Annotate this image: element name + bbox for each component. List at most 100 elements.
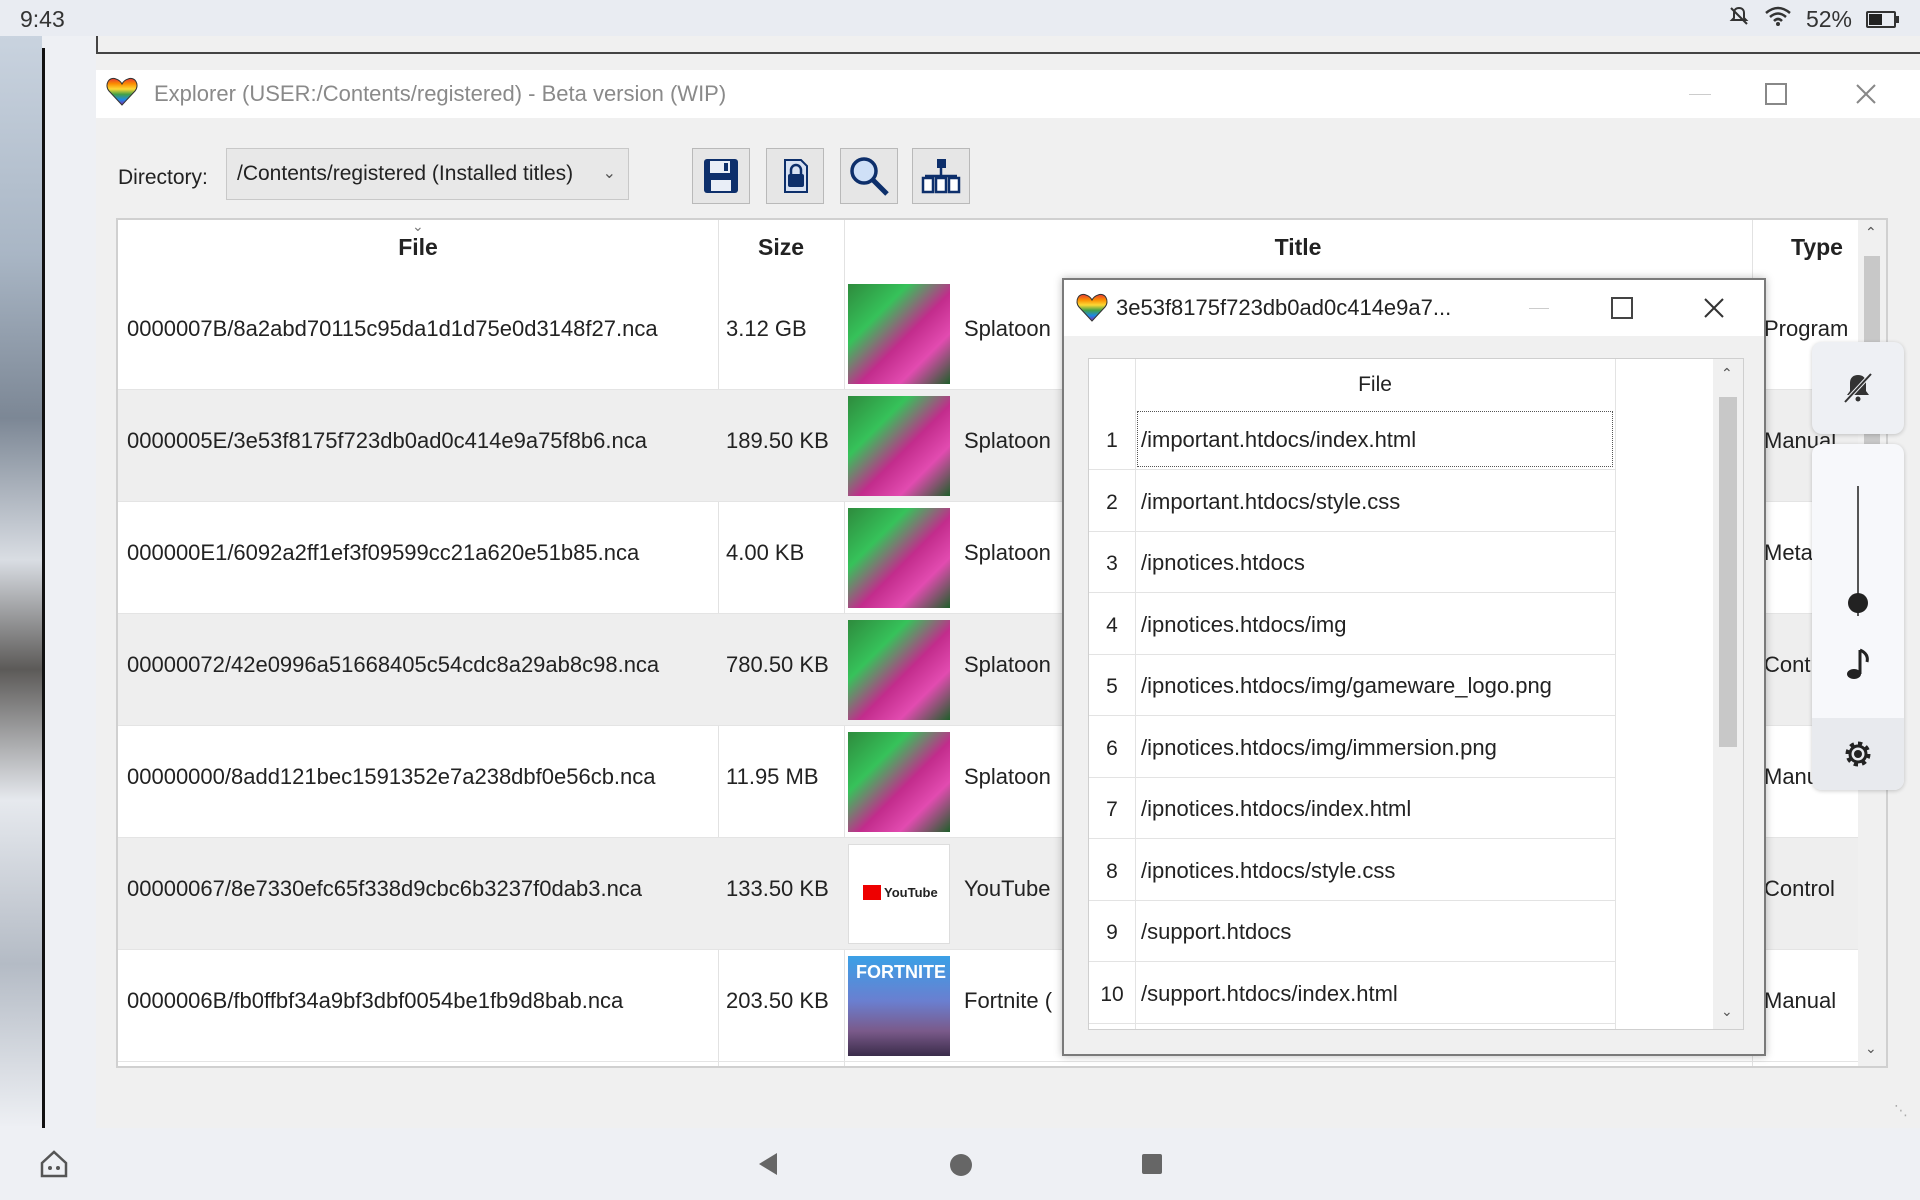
battery-icon [1866, 10, 1899, 28]
list-item[interactable]: 3/ipnotices.htdocs [1089, 532, 1615, 593]
resize-grip-icon[interactable]: ⋱ [1894, 1102, 1908, 1119]
directory-value: /Contents/registered (Installed titles) [237, 162, 574, 185]
row-number: 10 [1100, 982, 1124, 1006]
tree-icon [921, 159, 961, 194]
cell-file: 0000005E/3e53f8175f723db0ad0c414e9a75f8b… [127, 428, 647, 453]
cell-file: 000000E1/6092a2ff1ef3f09599cc21a620e51b8… [127, 540, 640, 565]
scroll-up-icon[interactable]: ⌃ [1721, 365, 1733, 382]
minimize-icon [1689, 93, 1711, 95]
close-icon [1704, 298, 1724, 318]
dialog-minimize-button[interactable] [1514, 280, 1564, 336]
list-item[interactable]: 9/support.htdocs [1089, 901, 1615, 962]
minimize-button[interactable] [1670, 70, 1730, 118]
tree-button[interactable] [912, 148, 970, 204]
file-path: /support.htdocs/index.html [1141, 980, 1398, 1006]
title-thumbnail: FORTNITE [848, 956, 950, 1056]
background-divider [42, 48, 45, 1128]
dialog-scrollbar[interactable]: ⌃ ⌄ [1713, 359, 1743, 1029]
scroll-up-icon[interactable]: ⌃ [1865, 224, 1877, 241]
row-number: 2 [1106, 490, 1118, 514]
file-list-dialog: 3e53f8175f723db0ad0c414e9a7... File 1/im… [1062, 278, 1766, 1056]
scrollbar-thumb[interactable] [1719, 397, 1737, 747]
cell-title: YouTube [964, 876, 1051, 901]
volume-slider-knob[interactable] [1848, 593, 1868, 613]
list-item[interactable]: 5/ipnotices.htdocs/img/gameware_logo.png [1089, 655, 1615, 716]
dialog-column-header-file[interactable]: File [1135, 359, 1615, 409]
sound-settings-button[interactable] [1812, 718, 1904, 790]
cell-title: Splatoon [964, 428, 1051, 453]
youtube-logo: YouTube [863, 885, 938, 900]
parent-window-edge [96, 36, 1920, 54]
list-item[interactable]: 10/support.htdocs/index.html [1089, 963, 1615, 1024]
maximize-icon [1611, 297, 1633, 319]
file-path: /ipnotices.htdocs [1141, 550, 1305, 575]
list-item[interactable]: 6/ipnotices.htdocs/img/immersion.png [1089, 717, 1615, 778]
close-icon [1856, 84, 1876, 104]
minimize-icon [1529, 307, 1549, 309]
rainbow-heart-icon [106, 77, 138, 106]
dialog-title: 3e53f8175f723db0ad0c414e9a7... [1116, 295, 1452, 320]
cell-title: Fortnite ( [964, 988, 1053, 1013]
rainbow-heart-icon [1076, 293, 1108, 322]
column-header-title[interactable]: Title [844, 234, 1752, 261]
close-button[interactable] [1836, 70, 1896, 118]
scroll-down-icon[interactable]: ⌄ [1865, 1040, 1877, 1057]
cell-title: Splatoon [964, 316, 1051, 341]
home-icon[interactable] [38, 1148, 70, 1185]
battery-percent: 52% [1805, 5, 1852, 32]
clock: 9:43 [20, 6, 65, 32]
wifi-icon [1764, 5, 1792, 33]
column-separator [1615, 359, 1616, 1029]
back-icon[interactable] [755, 1150, 781, 1183]
list-item[interactable]: 4/ipnotices.htdocs/img [1089, 594, 1615, 655]
recents-icon[interactable] [1140, 1152, 1164, 1181]
fortnite-logo: FORTNITE [856, 962, 946, 982]
file-path: /ipnotices.htdocs/img/gameware_logo.png [1141, 673, 1552, 698]
cell-size: 189.50 KB [726, 428, 829, 453]
music-note-icon [1840, 644, 1876, 684]
dialog-file-list: File 1/important.htdocs/index.html 2/impo… [1088, 358, 1744, 1030]
row-number: 3 [1106, 552, 1118, 575]
cell-size: 203.50 KB [726, 988, 829, 1013]
cell-file: 0000007B/8a2abd70115c95da1d1d75e0d3148f2… [127, 316, 658, 341]
cell-type: Program [1764, 316, 1849, 341]
cell-size: 780.50 KB [726, 652, 829, 677]
column-header-size[interactable]: Size [718, 234, 844, 261]
cell-size: 11.95 MB [726, 764, 819, 789]
column-header-file[interactable]: File [118, 234, 718, 261]
gear-icon [1845, 741, 1871, 767]
cell-file: 00000072/42e0996a51668405c54cdc8a29ab8c9… [127, 652, 660, 677]
list-item[interactable]: 7/ipnotices.htdocs/index.html [1089, 778, 1615, 839]
mute-toggle-button[interactable] [1812, 342, 1904, 434]
cell-file: 00000067/8e7330efc65f338d9cbc6b3237f0dab… [127, 876, 643, 901]
dialog-close-button[interactable] [1684, 280, 1744, 336]
search-button[interactable] [840, 148, 898, 204]
dialog-titlebar[interactable]: 3e53f8175f723db0ad0c414e9a7... [1064, 280, 1764, 336]
list-item[interactable]: 1/important.htdocs/index.html [1089, 409, 1615, 470]
list-item[interactable]: 8/ipnotices.htdocs/style.css [1089, 840, 1615, 901]
title-thumbnail [848, 396, 950, 496]
file-path: /ipnotices.htdocs/style.css [1141, 857, 1396, 883]
row-number: 7 [1106, 798, 1118, 821]
cell-title: Splatoon [964, 764, 1051, 789]
title-thumbnail [848, 732, 950, 832]
file-path: /ipnotices.htdocs/index.html [1141, 796, 1412, 821]
lock-button[interactable] [766, 148, 824, 204]
cell-type: Control [1764, 876, 1835, 901]
bell-off-icon [1843, 372, 1873, 404]
maximize-icon [1765, 83, 1787, 105]
title-thumbnail: YouTube [848, 844, 950, 944]
directory-select[interactable]: /Contents/registered (Installed titles) … [226, 148, 629, 200]
cell-size: 133.50 KB [726, 876, 829, 901]
file-path: /support.htdocs [1141, 919, 1292, 944]
save-button[interactable] [692, 148, 750, 204]
list-item[interactable]: 2/important.htdocs/style.css [1089, 471, 1615, 532]
row-number: 5 [1106, 675, 1118, 698]
window-titlebar[interactable]: Explorer (USER:/Contents/registered) - B… [96, 70, 1920, 118]
file-path: /ipnotices.htdocs/img/immersion.png [1141, 734, 1497, 760]
scroll-down-icon[interactable]: ⌄ [1721, 1003, 1733, 1020]
dialog-maximize-button[interactable] [1592, 280, 1652, 336]
maximize-button[interactable] [1746, 70, 1806, 118]
background-wallpaper [0, 36, 42, 1128]
home-circle-icon[interactable] [948, 1152, 974, 1183]
